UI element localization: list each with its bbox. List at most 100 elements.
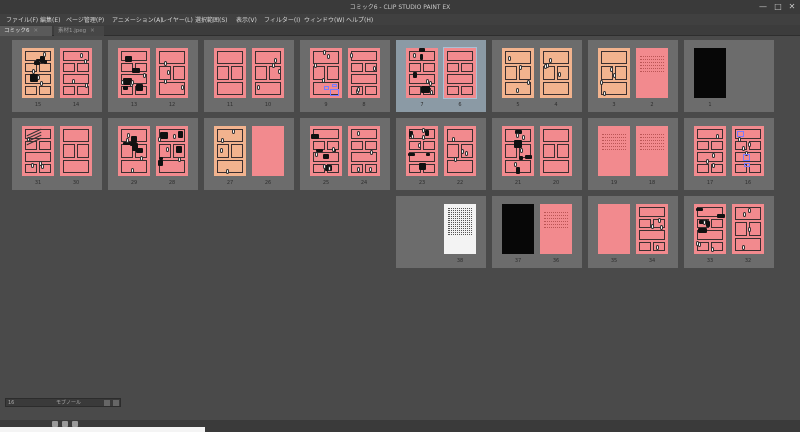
- page-thumbnail[interactable]: [444, 204, 476, 254]
- page-thumbnail[interactable]: [310, 126, 342, 176]
- page-thumbnail[interactable]: [348, 126, 380, 176]
- page-thumbnail[interactable]: [406, 126, 438, 176]
- page-thumbnail[interactable]: [406, 48, 438, 98]
- speech-bubble: [747, 207, 751, 213]
- page-spread[interactable]: 38: [396, 196, 486, 268]
- page-spread[interactable]: 98: [300, 40, 390, 112]
- menu-filter[interactable]: フィルター(I): [264, 15, 300, 24]
- page-thumbnail[interactable]: [118, 48, 150, 98]
- menu-animation[interactable]: アニメーション(A): [112, 15, 163, 24]
- page-thumbnail[interactable]: [348, 48, 380, 98]
- page-spread[interactable]: 33 32: [684, 196, 774, 268]
- page-thumbnail[interactable]: [214, 126, 246, 176]
- page-thumbnail[interactable]: [636, 204, 668, 254]
- page-spread[interactable]: 32: [588, 40, 678, 112]
- navigator-menu-button[interactable]: [113, 400, 119, 406]
- page-spread[interactable]: 1: [684, 40, 774, 112]
- page-thumbnail[interactable]: [694, 204, 726, 254]
- close-button[interactable]: ✕: [785, 2, 799, 12]
- page-thumbnail[interactable]: [444, 126, 476, 176]
- text-line: [602, 146, 626, 147]
- page-spread[interactable]: 29 28: [108, 118, 198, 190]
- tab-material[interactable]: 素材1.jpeg ✕: [54, 26, 104, 36]
- page-thumbnail[interactable]: [540, 48, 572, 98]
- menu-file[interactable]: ファイル(F): [6, 15, 38, 24]
- page-thumbnail[interactable]: [60, 126, 92, 176]
- ink-fill: [158, 157, 163, 161]
- page-thumbnail[interactable]: [694, 48, 726, 98]
- page-spread[interactable]: 11 10: [204, 40, 294, 112]
- page-thumbnail[interactable]: [252, 126, 284, 176]
- page-thumbnail[interactable]: [60, 48, 92, 98]
- comic-panel: [327, 66, 339, 80]
- comic-panel: [601, 51, 627, 65]
- close-icon[interactable]: ✕: [90, 28, 95, 34]
- minimize-button[interactable]: —: [756, 2, 770, 12]
- comic-panel: [63, 62, 75, 72]
- menu-view[interactable]: 表示(V): [236, 15, 257, 24]
- comic-panel: [121, 159, 147, 173]
- settings-icon[interactable]: [62, 421, 68, 427]
- page-spread[interactable]: 19 18: [588, 118, 678, 190]
- page-thumbnail[interactable]: [636, 48, 668, 98]
- page-thumbnail[interactable]: [502, 126, 534, 176]
- page-thumbnail[interactable]: [156, 126, 188, 176]
- page-thumbnail[interactable]: [598, 126, 630, 176]
- page-thumbnail[interactable]: [502, 204, 534, 254]
- page-number: 8: [362, 102, 366, 108]
- page-thumbnail[interactable]: [636, 126, 668, 176]
- text-line: [448, 228, 472, 229]
- menu-help[interactable]: ヘルプ(H): [346, 15, 373, 24]
- layer-icon[interactable]: [52, 421, 58, 427]
- navigator-dropdown-button[interactable]: [104, 400, 110, 406]
- page-thumbnail[interactable]: [156, 48, 188, 98]
- menu-select[interactable]: 選択範囲(S): [195, 15, 228, 24]
- close-icon[interactable]: ✕: [34, 28, 39, 34]
- page-spread[interactable]: 37 36: [492, 196, 582, 268]
- menu-window[interactable]: ウィンドウ(W): [304, 15, 345, 24]
- page-spread[interactable]: 13 12: [108, 40, 198, 112]
- page-spread[interactable]: 76: [396, 40, 486, 112]
- text-line: [448, 222, 472, 223]
- tab-label: 素材1.jpeg: [58, 28, 87, 34]
- page-thumbnail[interactable]: [598, 204, 630, 254]
- speech-bubble: [143, 72, 147, 78]
- page-spread[interactable]: 27 26: [204, 118, 294, 190]
- page-thumbnail[interactable]: [598, 48, 630, 98]
- page-thumbnail[interactable]: [732, 126, 764, 176]
- page-thumbnail[interactable]: [540, 126, 572, 176]
- page-spread[interactable]: 15 14: [12, 40, 102, 112]
- page-thumbnail[interactable]: [310, 48, 342, 98]
- menu-page[interactable]: ページ管理(P): [66, 15, 104, 24]
- page-spread[interactable]: 17 16: [684, 118, 774, 190]
- page-thumbnail[interactable]: [118, 126, 150, 176]
- page-spread[interactable]: 21 20: [492, 118, 582, 190]
- page-thumbnail[interactable]: [443, 47, 477, 99]
- hand-icon[interactable]: [72, 421, 78, 427]
- speech-bubble: [326, 54, 330, 60]
- page-spread[interactable]: 31 30: [12, 118, 102, 190]
- text-line: [448, 224, 472, 225]
- page-number: 1: [708, 102, 712, 108]
- text-line: [640, 65, 664, 66]
- tab-comic6[interactable]: コミック6 ✕: [0, 26, 52, 36]
- page-spread[interactable]: 35 34: [588, 196, 678, 268]
- page-thumbnail[interactable]: [22, 126, 54, 176]
- comic-panel: [25, 152, 51, 162]
- page-thumbnail[interactable]: [540, 204, 572, 254]
- page-thumbnail[interactable]: [502, 48, 534, 98]
- page-thumbnail[interactable]: [214, 48, 246, 98]
- window-title: コミック6 - CLIP STUDIO PAINT EX: [349, 4, 451, 11]
- maximize-button[interactable]: □: [771, 2, 785, 12]
- page-spread[interactable]: 25 24: [300, 118, 390, 190]
- page-spread[interactable]: 23 22: [396, 118, 486, 190]
- menu-edit[interactable]: 編集(E): [40, 15, 60, 24]
- page-thumbnail[interactable]: [252, 48, 284, 98]
- page-thumbnail[interactable]: [22, 48, 54, 98]
- menu-layer[interactable]: レイヤー(L): [161, 15, 193, 24]
- text-line: [448, 210, 472, 211]
- page-number: 35: [610, 258, 618, 264]
- page-thumbnail[interactable]: [732, 204, 764, 254]
- page-thumbnail[interactable]: [694, 126, 726, 176]
- page-spread[interactable]: 54: [492, 40, 582, 112]
